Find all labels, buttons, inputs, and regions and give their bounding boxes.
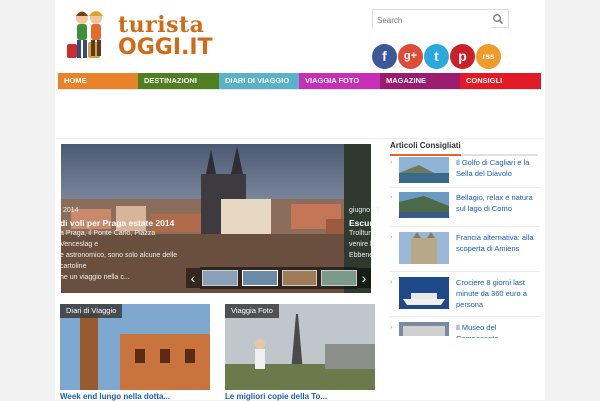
slider-prev-arrow[interactable]: ‹ xyxy=(186,268,200,288)
sidebar-thumb xyxy=(399,232,449,264)
slide2-title[interactable]: Escursi xyxy=(349,218,380,228)
chevron-right-icon: › xyxy=(390,324,393,331)
slide2-date: giugno 17 xyxy=(349,207,380,214)
sidebar-thumb xyxy=(399,192,449,218)
slider-thumb[interactable] xyxy=(241,270,278,286)
chevron-right-icon: › xyxy=(390,194,393,201)
nav-tab-diari-di-viaggio[interactable]: DIARI DI VIAGGIO xyxy=(219,73,299,89)
rss-icon[interactable]: rss xyxy=(476,44,501,69)
slide-title[interactable]: di voli per Praga estate 2014 xyxy=(60,218,174,228)
chevron-right-icon: › xyxy=(390,279,393,286)
sidebar-item-title[interactable]: Il Museo del Camposanto xyxy=(456,322,536,338)
nav-tab-home[interactable]: HOME xyxy=(58,73,138,89)
sidebar-item-title[interactable]: Il Golfo di Cagliari e la Sella del Diav… xyxy=(456,157,536,179)
slide-date: 2014 xyxy=(63,207,79,214)
sidebar-item-title[interactable]: Crociere 8 giorni last minute da 360 eur… xyxy=(456,277,536,310)
sidebar-thumb xyxy=(399,277,449,309)
sidebar-thumb xyxy=(399,322,449,336)
slider-next-arrow[interactable]: › xyxy=(357,268,371,288)
slider-thumbnails xyxy=(200,267,357,289)
chevron-right-icon: › xyxy=(390,234,393,241)
content-divider xyxy=(55,138,545,139)
pinterest-icon[interactable]: p xyxy=(450,44,475,69)
logo-text-oggi: OGGI.IT xyxy=(118,35,213,60)
main-nav: HOME DESTINAZIONI DIARI DI VIAGGIO VIAGG… xyxy=(58,73,541,89)
chevron-right-icon: › xyxy=(390,159,393,166)
sidebar-thumb xyxy=(399,157,449,183)
googleplus-icon[interactable]: g+ xyxy=(398,44,423,69)
sidebar-item[interactable]: › Il Museo del Camposanto xyxy=(390,322,540,338)
search-input[interactable] xyxy=(373,12,491,29)
facebook-icon[interactable]: f xyxy=(372,44,397,69)
sidebar-divider xyxy=(390,271,540,272)
search-icon[interactable] xyxy=(492,13,504,25)
sidebar-item[interactable]: › Francia alternativa: alla scoperta di … xyxy=(390,232,540,272)
sidebar-heading: Articoli Consigliati xyxy=(390,141,538,156)
slider-thumb[interactable] xyxy=(321,270,357,286)
slide-excerpt: a Praga, il Ponte Carlo, Piazza Vencesla… xyxy=(60,230,178,281)
sidebar-divider xyxy=(390,226,540,227)
sidebar-divider xyxy=(390,316,540,317)
nav-tab-consigli[interactable]: CONSIGLI xyxy=(460,73,541,89)
nav-tab-destinazioni[interactable]: DESTINAZIONI xyxy=(138,73,219,89)
sidebar-divider xyxy=(390,187,540,188)
nav-tab-magazine[interactable]: MAGAZINE xyxy=(380,73,460,89)
sidebar-item[interactable]: › Crociere 8 giorni last minute da 360 e… xyxy=(390,277,540,317)
sidebar-item-title[interactable]: Francia alternativa: alla scoperta di Am… xyxy=(456,232,536,254)
twitter-icon[interactable]: t xyxy=(424,44,449,69)
slider-thumb[interactable] xyxy=(202,270,238,286)
nav-divider xyxy=(58,89,541,90)
search-box xyxy=(372,9,509,29)
slide2-excerpt: Trolltung venire la Ebbene, xyxy=(349,230,376,259)
sidebar-item[interactable]: › Il Golfo di Cagliari e la Sella del Di… xyxy=(390,157,540,197)
sidebar-item-title[interactable]: Bellagio, relax e natura sul lago di Com… xyxy=(456,192,536,214)
card-category-label[interactable]: Diari di Viaggio xyxy=(60,304,123,318)
nav-tab-viaggia-foto[interactable]: VIAGGIA FOTO xyxy=(299,73,380,89)
slider-thumb[interactable] xyxy=(281,270,318,286)
card-category-label[interactable]: Viaggia Foto xyxy=(225,304,279,318)
